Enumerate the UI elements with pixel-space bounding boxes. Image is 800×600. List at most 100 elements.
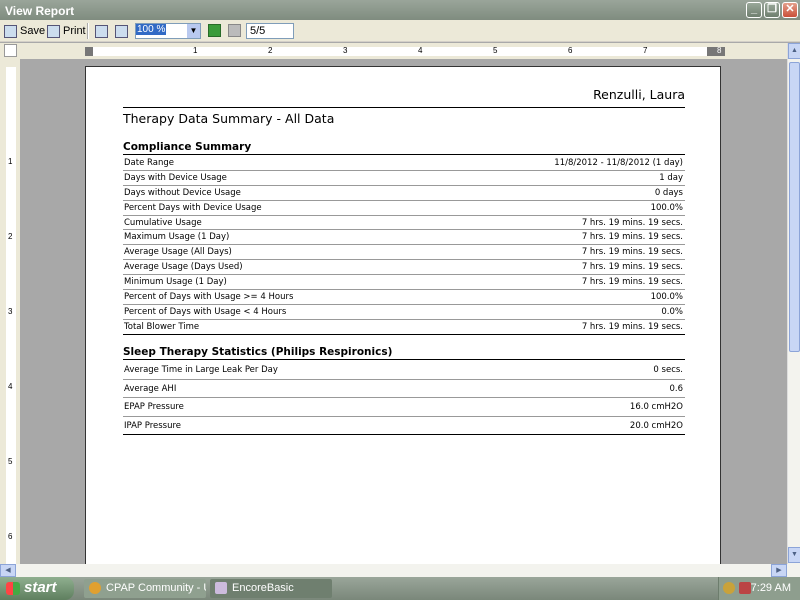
row-value: 1 day (659, 172, 683, 183)
row-label: Average Time in Large Leak Per Day (124, 365, 278, 375)
row-label: Maximum Usage (1 Day) (124, 232, 230, 243)
row-label: Percent of Days with Usage < 4 Hours (124, 306, 287, 317)
row-label: Percent Days with Device Usage (124, 202, 262, 213)
table-row: IPAP Pressure 20.0 cmH2O (123, 417, 685, 435)
table-row: Percent of Days with Usage < 4 Hours 0.0% (123, 305, 685, 320)
ruler-mark: 5 (8, 457, 13, 466)
ruler-row: 1 2 3 4 5 6 7 8 (0, 43, 800, 59)
row-value: 7 hrs. 19 mins. 19 secs. (581, 217, 683, 228)
row-value: 0 days (654, 187, 683, 198)
ruler-mark: 4 (418, 46, 423, 55)
row-value: 11/8/2012 - 11/8/2012 (1 day) (554, 158, 683, 168)
ruler-mark: 7 (643, 46, 648, 55)
window-title-bar[interactable]: View Report _ ❐ ✕ (0, 0, 800, 20)
toolbar: Save Print 100 % ▼ 5/5 (0, 20, 800, 42)
next-page-icon[interactable] (208, 24, 221, 37)
ruler-mark: 6 (568, 46, 573, 55)
floppy-disk-icon (4, 24, 17, 38)
row-label: EPAP Pressure (124, 402, 184, 412)
minimize-button[interactable]: _ (746, 2, 762, 18)
compliance-heading: Compliance Summary (123, 141, 685, 155)
report-title: Therapy Data Summary - All Data (123, 107, 685, 126)
row-label: Minimum Usage (1 Day) (124, 277, 227, 288)
row-value: 7 hrs. 19 mins. 19 secs. (581, 232, 683, 243)
scroll-down-icon[interactable]: ▼ (788, 547, 800, 563)
ruler-mark: 3 (8, 307, 13, 316)
ruler-corner (4, 44, 17, 57)
row-value: 0.6 (669, 383, 683, 394)
page-number-field[interactable]: 5/5 (246, 23, 294, 39)
table-row: Days without Device Usage 0 days (123, 186, 685, 201)
scroll-up-icon[interactable]: ▲ (788, 43, 800, 59)
ruler-mark: 1 (8, 157, 13, 166)
zoom-out-icon (115, 24, 128, 38)
row-value: 0.0% (661, 306, 683, 317)
ruler-mark: 3 (343, 46, 348, 55)
patient-name: Renzulli, Laura (593, 87, 685, 102)
table-row: EPAP Pressure 16.0 cmH2O (123, 398, 685, 417)
table-row: Average Usage (Days Used) 7 hrs. 19 mins.… (123, 260, 685, 276)
table-row: Percent of Days with Usage >= 4 Hours 100… (123, 290, 685, 305)
app-icon (215, 582, 227, 594)
zoom-in-icon (95, 24, 108, 38)
ruler-mark: 8 (717, 46, 722, 55)
expand-tray-icon[interactable] (723, 582, 735, 594)
ruler-mark: 4 (8, 382, 13, 391)
row-value: 16.0 cmH2O (629, 402, 683, 412)
table-row: Average Time in Large Leak Per Day 0 secs… (123, 361, 685, 380)
ruler-mark: 2 (8, 232, 13, 241)
row-label: Total Blower Time (124, 321, 200, 332)
zoom-in-button[interactable] (95, 23, 108, 39)
table-row: Date Range 11/8/2012 - 11/8/2012 (1 day) (123, 156, 685, 171)
compliance-table: Date Range 11/8/2012 - 11/8/2012 (1 day) D… (123, 156, 685, 335)
ruler-mark: 1 (193, 46, 198, 55)
start-button[interactable]: start (0, 577, 74, 600)
row-value: 7 hrs. 19 mins. 19 secs. (581, 321, 683, 332)
horizontal-scrollbar[interactable]: ◀ ▶ (0, 564, 800, 577)
taskbar-item-browser[interactable]: CPAP Community - Us... (84, 579, 206, 598)
row-value: 100.0% (650, 292, 683, 303)
print-button[interactable]: Print (47, 23, 86, 39)
row-value: 100.0% (650, 202, 683, 213)
table-row: Percent Days with Device Usage 100.0% (123, 201, 685, 216)
clock: 7:29 AM (750, 582, 791, 594)
chevron-down-icon[interactable]: ▼ (187, 24, 200, 38)
vertical-scrollbar[interactable]: ▲ ▼ (787, 43, 800, 564)
shield-icon[interactable] (739, 582, 751, 594)
zoom-out-button[interactable] (115, 23, 128, 39)
taskbar: start CPAP Community - Us... EncoreBasic… (0, 577, 800, 600)
restore-button[interactable]: ❐ (764, 2, 780, 18)
row-value: 7 hrs. 19 mins. 19 secs. (581, 247, 683, 258)
row-value: 0 secs. (653, 365, 683, 375)
save-button[interactable]: Save (4, 23, 45, 39)
row-label: Cumulative Usage (124, 217, 202, 228)
table-row: Minimum Usage (1 Day) 7 hrs. 19 mins. 19 … (123, 275, 685, 291)
taskbar-item-encorebasic[interactable]: EncoreBasic (210, 579, 332, 598)
windows-logo-icon (6, 582, 20, 595)
sleep-stats-heading: Sleep Therapy Statistics (Philips Respir… (123, 346, 685, 360)
toolbar-separator (87, 23, 89, 39)
ruler-mark: 6 (8, 532, 13, 541)
browser-icon (89, 582, 101, 594)
row-label: Average Usage (Days Used) (124, 262, 243, 273)
vertical-ruler: 1 2 3 4 5 6 (0, 59, 20, 564)
scroll-left-icon[interactable]: ◀ (0, 564, 16, 577)
ruler-mark: 5 (493, 46, 498, 55)
row-label: Average AHI (124, 383, 177, 394)
last-page-icon[interactable] (228, 24, 241, 37)
row-value: 20.0 cmH2O (629, 420, 683, 431)
row-label: Date Range (124, 158, 174, 168)
horizontal-ruler: 1 2 3 4 5 6 7 8 (85, 46, 725, 56)
table-row: Total Blower Time 7 hrs. 19 mins. 19 secs… (123, 320, 685, 335)
scroll-right-icon[interactable]: ▶ (771, 564, 787, 577)
table-row: Average Usage (All Days) 7 hrs. 19 mins. … (123, 245, 685, 261)
report-viewer[interactable]: Renzulli, Laura Therapy Data Summary - A… (20, 59, 787, 564)
zoom-select[interactable]: 100 % ▼ (135, 23, 201, 39)
table-row: Days with Device Usage 1 day (123, 171, 685, 186)
row-label: IPAP Pressure (124, 420, 182, 431)
close-button[interactable]: ✕ (782, 2, 798, 18)
row-label: Average Usage (All Days) (124, 247, 232, 258)
scroll-thumb[interactable] (789, 62, 800, 352)
report-page: Renzulli, Laura Therapy Data Summary - A… (85, 66, 721, 564)
printer-icon (47, 24, 60, 38)
